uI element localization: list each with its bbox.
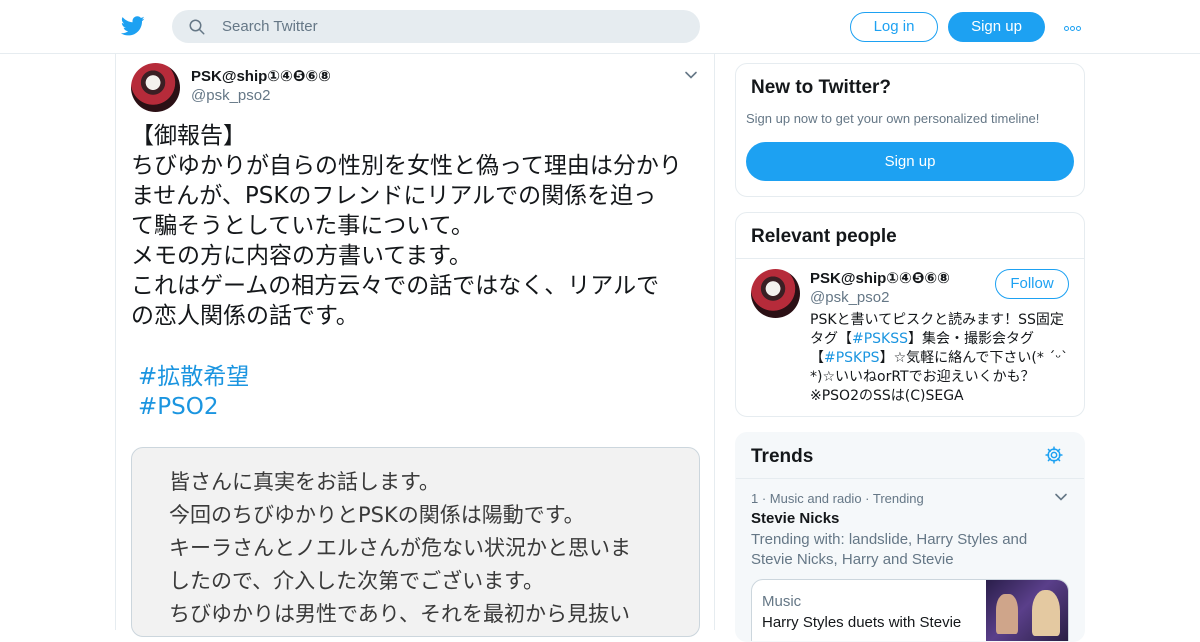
twitter-bird-icon[interactable]	[120, 14, 146, 38]
divider	[736, 258, 1084, 259]
author-handle[interactable]: @psk_pso2	[191, 87, 270, 104]
author-avatar[interactable]	[131, 63, 180, 112]
trend-news-card[interactable]: Music Harry Styles duets with Stevie	[751, 579, 1069, 641]
relevant-people-card: Relevant people PSK@ship①④❺⑥⑧ @psk_pso2 …	[735, 212, 1085, 417]
card-title: New to Twitter?	[751, 77, 892, 98]
person-bio: PSKと書いてピスクと読みます！SS固定タグ【#PSKSS】集会・撮影会タグ【#…	[810, 311, 1072, 406]
bio-hashtag-link[interactable]: #PSKPS	[824, 350, 880, 366]
search-icon	[189, 19, 205, 35]
signup-button-large[interactable]: Sign up	[746, 142, 1074, 181]
trend-meta: 1 · Music and radio · Trending	[751, 491, 924, 506]
search-box[interactable]	[172, 10, 700, 43]
person-handle[interactable]: @psk_pso2	[810, 289, 889, 306]
gear-icon[interactable]	[1044, 445, 1064, 465]
signup-button[interactable]: Sign up	[948, 12, 1045, 42]
new-to-twitter-card: New to Twitter? Sign up now to get your …	[735, 63, 1085, 197]
memo-image-text: 皆さんに真実をお話します。 今回のちびゆかりとPSKの関係は陽動です。 キーラさ…	[169, 470, 631, 626]
card-title: Trends	[751, 446, 814, 467]
tweet-text: 【御報告】 ちびゆかりが自らの性別を女性と偽って理由は分かり ませんが、PSKの…	[131, 123, 682, 329]
news-category: Music	[762, 593, 802, 610]
follow-button[interactable]: Follow	[995, 269, 1069, 299]
card-title: Relevant people	[751, 226, 897, 247]
hashtag-link[interactable]: #拡散希望	[138, 362, 249, 392]
card-subtitle: Sign up now to get your own personalized…	[746, 111, 1040, 126]
avatar[interactable]	[751, 269, 800, 318]
news-thumbnail	[986, 580, 1068, 641]
hashtag-link[interactable]: #PSO2	[138, 392, 249, 422]
more-dots-icon[interactable]	[1064, 18, 1086, 34]
author-name[interactable]: PSK@ship①④❺⑥⑧	[191, 67, 331, 85]
chevron-down-icon[interactable]	[684, 68, 698, 82]
divider	[736, 478, 1084, 479]
tweet-image[interactable]: 皆さんに真実をお話します。 今回のちびゆかりとPSKの関係は陽動です。 キーラさ…	[131, 447, 700, 637]
chevron-down-icon[interactable]	[1054, 491, 1068, 503]
tweet-column: PSK@ship①④❺⑥⑧ @psk_pso2 【御報告】 ちびゆかりが自らの性…	[115, 54, 715, 637]
tweet-hashtags: #拡散希望 #PSO2	[138, 362, 249, 422]
trend-title[interactable]: Stevie Nicks	[751, 510, 839, 527]
top-navigation-bar: Log in Sign up	[0, 0, 1200, 54]
person-name[interactable]: PSK@ship①④❺⑥⑧	[810, 269, 950, 287]
login-button[interactable]: Log in	[850, 12, 938, 42]
trends-card: Trends 1 · Music and radio · Trending St…	[735, 432, 1085, 642]
search-input[interactable]	[222, 10, 682, 43]
bio-hashtag-link[interactable]: #PSKSS	[852, 331, 908, 347]
trend-related: Trending with: landslide, Harry Styles a…	[751, 531, 1028, 568]
news-headline: Harry Styles duets with Stevie	[762, 614, 962, 631]
